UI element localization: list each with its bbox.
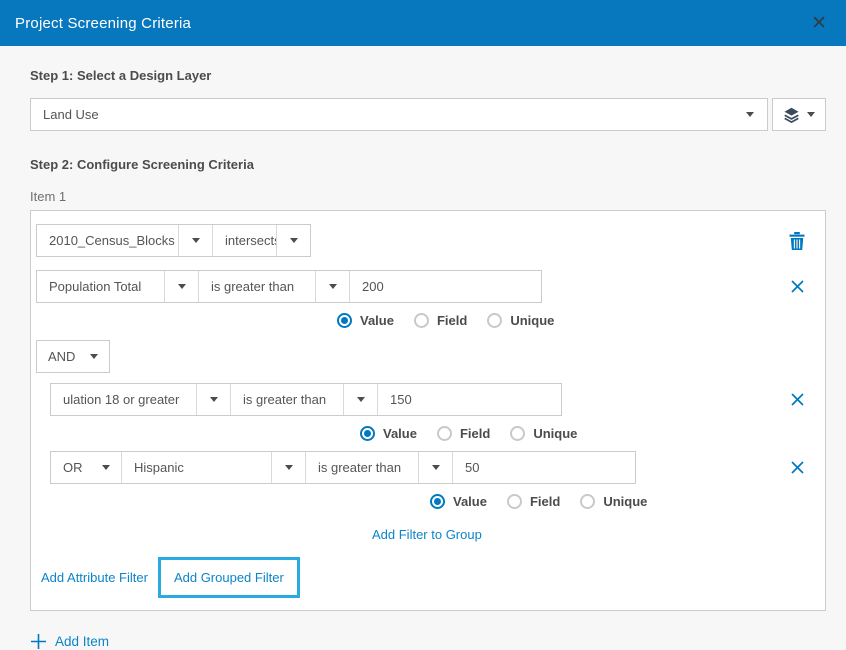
dialog-header: Project Screening Criteria ✕ [0,0,846,46]
remove-filter-button[interactable] [790,392,805,407]
step1-label: Step 1: Select a Design Layer [30,68,826,83]
radio-value-label: Value [360,313,394,328]
value-type-radio-group: Value Field Unique [337,312,820,328]
close-icon [790,279,805,294]
filter-controls: OR Hispanic is greater than [50,451,636,484]
add-filter-to-group-link[interactable]: Add Filter to Group [372,527,482,542]
trash-icon [789,232,805,250]
value-type-radio-group: Value Field Unique [360,425,820,441]
add-grouped-filter-link[interactable]: Add Grouped Filter [174,570,284,585]
value-input[interactable] [452,452,635,483]
item-layer-operator-group: 2010_Census_Blocks intersects [36,224,311,257]
item-panel: 2010_Census_Blocks intersects [30,210,826,611]
remove-filter-button[interactable] [790,279,805,294]
group-join-value: AND [48,349,75,364]
value-input[interactable] [349,271,541,302]
chevron-down-icon [807,112,815,117]
radio-field-label: Field [460,426,490,441]
layers-icon [783,107,800,123]
chevron-down-icon[interactable] [315,271,349,302]
filter-row: Population Total is greater than [36,270,820,303]
dialog-body: Step 1: Select a Design Layer Land Use S… [0,46,846,650]
radio-unique[interactable] [487,313,502,328]
radio-field[interactable] [507,494,522,509]
chevron-down-icon[interactable] [91,452,121,483]
add-attribute-filter-link[interactable]: Add Attribute Filter [41,570,148,585]
radio-value[interactable] [337,313,352,328]
item-layer-row: 2010_Census_Blocks intersects [36,224,820,257]
delete-item-button[interactable] [789,232,805,250]
plus-icon[interactable] [30,633,47,650]
radio-field-label: Field [437,313,467,328]
radio-value[interactable] [430,494,445,509]
item-layer-select[interactable]: 2010_Census_Blocks [37,225,178,256]
grouped-filter-row: ulation 18 or greater is greater than [50,383,820,416]
join-select[interactable]: OR [51,452,91,483]
radio-field[interactable] [437,426,452,441]
radio-unique-label: Unique [510,313,554,328]
filter-controls: Population Total is greater than [36,270,542,303]
operator-select[interactable]: is greater than [198,271,315,302]
radio-value-label: Value [453,494,487,509]
spatial-operator-select[interactable]: intersects [212,225,276,256]
design-layer-value: Land Use [31,99,733,130]
value-input[interactable] [377,384,561,415]
close-icon [790,392,805,407]
radio-value[interactable] [360,426,375,441]
field-select[interactable]: Population Total [37,271,164,302]
close-icon[interactable]: ✕ [807,12,831,35]
chevron-down-icon[interactable] [164,271,198,302]
step2-label: Step 2: Configure Screening Criteria [30,157,826,172]
chevron-down-icon[interactable] [343,384,377,415]
field-select[interactable]: Hispanic [121,452,271,483]
radio-field-label: Field [530,494,560,509]
radio-unique[interactable] [580,494,595,509]
chevron-down-icon[interactable] [271,452,305,483]
operator-select[interactable]: is greater than [305,452,418,483]
design-layer-row: Land Use [30,98,826,131]
item-label: Item 1 [30,189,826,204]
add-grouped-filter-highlight: Add Grouped Filter [158,557,300,598]
value-type-radio-group: Value Field Unique [430,493,820,509]
remove-filter-button[interactable] [790,460,805,475]
operator-select[interactable]: is greater than [230,384,343,415]
radio-field[interactable] [414,313,429,328]
radio-value-label: Value [383,426,417,441]
design-layer-select[interactable]: Land Use [30,98,768,131]
chevron-down-icon[interactable] [418,452,452,483]
field-select[interactable]: ulation 18 or greater [51,384,196,415]
chevron-down-icon [733,99,767,130]
group-join-select[interactable]: AND [36,340,110,373]
add-item-row: Add Item [30,633,826,650]
chevron-down-icon[interactable] [178,225,212,256]
grouped-filter-row: OR Hispanic is greater than [50,451,820,484]
dialog-title: Project Screening Criteria [15,15,191,32]
layer-options-button[interactable] [772,98,826,131]
radio-unique-label: Unique [533,426,577,441]
chevron-down-icon[interactable] [276,225,310,256]
filter-actions-row: Add Attribute Filter Add Grouped Filter [36,557,820,598]
filter-controls: ulation 18 or greater is greater than [50,383,562,416]
radio-unique[interactable] [510,426,525,441]
radio-unique-label: Unique [603,494,647,509]
chevron-down-icon [90,354,98,359]
chevron-down-icon[interactable] [196,384,230,415]
add-item-link[interactable]: Add Item [55,634,109,649]
group-join-row: AND [36,340,820,373]
close-icon [790,460,805,475]
